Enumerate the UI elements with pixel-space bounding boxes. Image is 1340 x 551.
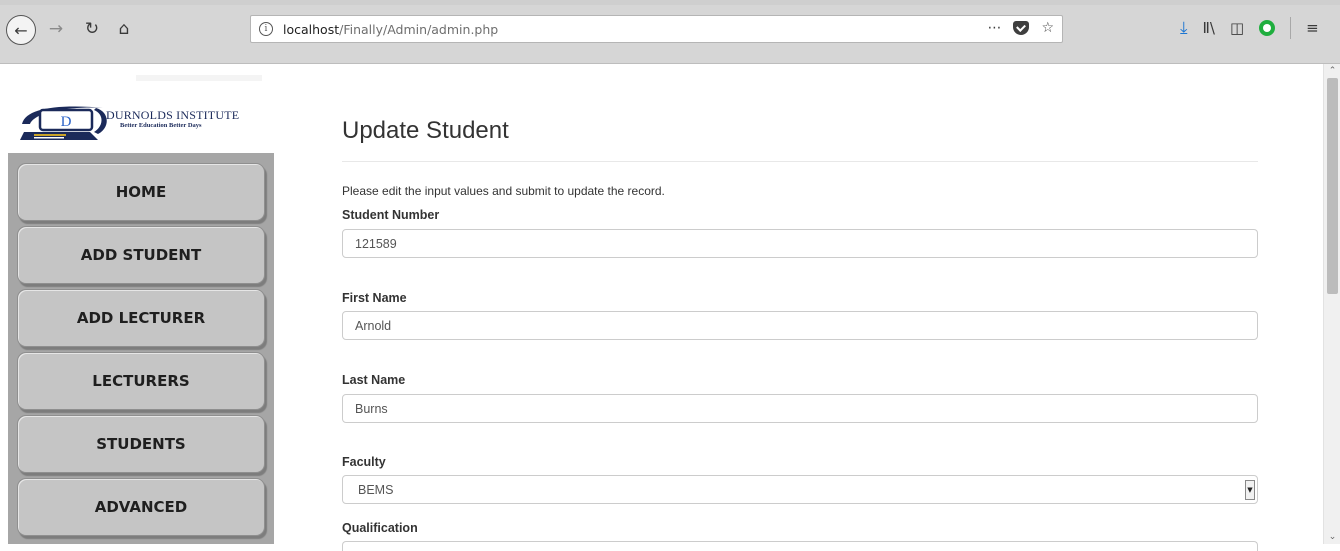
sidebar-item-add-lecturer[interactable]: ADD LECTURER: [17, 289, 265, 347]
faculty-selected-value: BEMS: [358, 482, 394, 497]
back-arrow-icon: ←: [14, 20, 28, 40]
qualification-select[interactable]: [342, 541, 1258, 551]
url-bar[interactable]: i localhost/Finally/Admin/admin.php ⋯ ☆: [250, 15, 1063, 43]
toolbar-separator: [1290, 17, 1292, 39]
title-divider: [342, 161, 1258, 162]
faculty-select[interactable]: BEMS ▼: [342, 475, 1258, 504]
url-path: /Finally/Admin/admin.php: [339, 21, 499, 37]
sidebar-item-advanced[interactable]: ADVANCED: [17, 478, 265, 536]
tab-strip-edge: [0, 0, 1340, 5]
pocket-icon[interactable]: [1013, 21, 1030, 35]
sidebar: HOME ADD STUDENT ADD LECTURER LECTURERS …: [8, 153, 274, 544]
reload-button[interactable]: ↻: [80, 16, 104, 42]
logo-tagline: Better Education Better Days: [120, 122, 202, 129]
page-actions-button[interactable]: ⋯: [987, 20, 1001, 36]
browser-toolbar: ← → ↻ ⌂ i localhost/Finally/Admin/admin.…: [0, 0, 1340, 64]
student-number-label: Student Number: [342, 208, 440, 222]
forward-button[interactable]: →: [44, 16, 68, 42]
institute-logo[interactable]: D DURNOLDS INSTITUTE Better Education Be…: [8, 75, 274, 150]
home-button[interactable]: ⌂: [112, 16, 136, 42]
student-number-input[interactable]: [342, 229, 1258, 258]
first-name-input[interactable]: [342, 311, 1258, 340]
scrollbar-thumb[interactable]: [1327, 78, 1338, 294]
toolbar-right-tools: ⤓ Ⅱ\ ◫ ≡: [1180, 17, 1319, 39]
logo-letter: D: [61, 114, 72, 130]
green-extension-icon[interactable]: [1259, 20, 1276, 36]
faculty-label: Faculty: [342, 455, 386, 469]
sidebar-item-students[interactable]: STUDENTS: [17, 415, 265, 473]
url-host: localhost: [283, 21, 340, 37]
last-name-label: Last Name: [342, 373, 406, 387]
home-icon: ⌂: [118, 19, 130, 39]
logo-title: DURNOLDS INSTITUTE: [106, 108, 240, 122]
back-button[interactable]: ←: [6, 15, 36, 45]
url-actions: ⋯ ☆: [987, 20, 1054, 36]
forward-arrow-icon: →: [48, 19, 64, 39]
first-name-label: First Name: [342, 291, 407, 305]
sidebar-item-add-student[interactable]: ADD STUDENT: [17, 226, 265, 284]
form-instructions: Please edit the input values and submit …: [342, 184, 665, 198]
sidebar-toggle-icon[interactable]: ◫: [1230, 19, 1244, 37]
info-icon[interactable]: i: [259, 22, 273, 36]
sidebar-item-home[interactable]: HOME: [17, 163, 265, 221]
dropdown-arrow-icon: ▼: [1245, 480, 1255, 500]
last-name-input[interactable]: [342, 394, 1258, 423]
qualification-label: Qualification: [342, 521, 418, 535]
logo-faint-strip: [136, 75, 262, 81]
library-icon[interactable]: Ⅱ\: [1203, 19, 1215, 37]
scroll-up-arrow-icon[interactable]: ⌃: [1327, 66, 1338, 76]
hamburger-menu-icon[interactable]: ≡: [1306, 19, 1319, 37]
sidebar-item-lecturers[interactable]: LECTURERS: [17, 352, 265, 410]
page-title: Update Student: [342, 117, 509, 144]
download-icon[interactable]: ⤓: [1180, 18, 1188, 38]
reload-icon: ↻: [84, 19, 100, 39]
scroll-down-arrow-icon[interactable]: ⌄: [1327, 532, 1338, 542]
update-student-form: Update Student Please edit the input val…: [342, 64, 1258, 551]
page-scrollbar[interactable]: ⌃ ⌄: [1323, 64, 1340, 544]
bookmark-star-icon[interactable]: ☆: [1041, 20, 1054, 36]
monitor-logo-icon: D: [20, 106, 107, 140]
